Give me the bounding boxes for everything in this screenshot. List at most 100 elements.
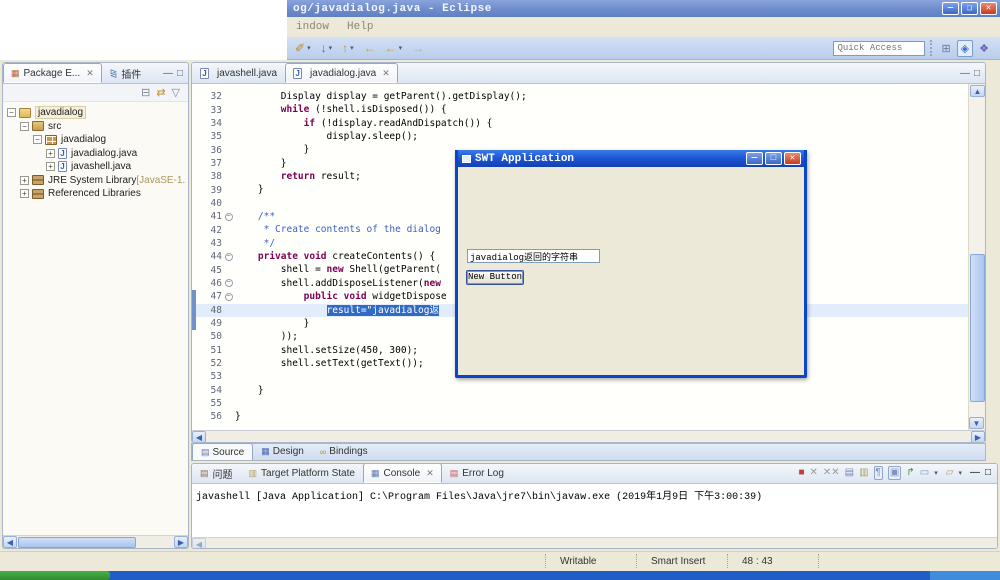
restore-button[interactable]: ❏ bbox=[961, 2, 978, 15]
dialog-text-input[interactable] bbox=[467, 249, 600, 263]
code-line[interactable]: 56} bbox=[192, 410, 968, 423]
back-icon[interactable]: ← bbox=[362, 40, 378, 56]
console-tab-target-platform-state[interactable]: ▥Target Platform State bbox=[241, 463, 363, 483]
view-menu-icon[interactable]: ▽ bbox=[172, 86, 180, 99]
back-history-icon-dropdown[interactable]: ▾ bbox=[399, 44, 406, 52]
collapse-icon[interactable]: − bbox=[33, 135, 42, 144]
new-button[interactable]: New Button bbox=[466, 270, 524, 285]
close-icon[interactable]: ✕ bbox=[380, 68, 390, 79]
dialog-titlebar[interactable]: SWT Application —□✕ bbox=[458, 150, 804, 167]
menu-item-help[interactable]: Help bbox=[338, 21, 382, 33]
open-perspective-icon[interactable]: ⊞ bbox=[938, 41, 953, 56]
minimize-view-icon[interactable]: — bbox=[970, 467, 980, 479]
code-line[interactable]: 55 bbox=[192, 397, 968, 410]
new-wizard-icon[interactable]: ✐ bbox=[293, 40, 307, 56]
pin-console-icon[interactable]: ▣ bbox=[888, 466, 901, 480]
expand-icon[interactable]: + bbox=[20, 176, 29, 185]
console-tab-console[interactable]: ▦Console✕ bbox=[363, 463, 442, 483]
editor-tab-javadialog.java[interactable]: Jjavadialog.java✕ bbox=[285, 63, 398, 83]
editor-hscrollbar[interactable]: ◀ ▶ bbox=[192, 431, 985, 443]
minimize-view-icon[interactable]: — bbox=[163, 68, 173, 79]
java-perspective-button[interactable]: ◈ bbox=[957, 40, 973, 57]
fold-collapse-icon[interactable]: − bbox=[225, 253, 233, 261]
scroll-left-icon[interactable]: ◀ bbox=[192, 431, 206, 443]
back-history-icon[interactable]: ← bbox=[383, 40, 399, 56]
new-wizard-icon-dropdown[interactable]: ▾ bbox=[307, 44, 314, 52]
link-with-editor-icon[interactable]: ⇄ bbox=[156, 86, 165, 99]
collapse-all-icon[interactable]: ⊟ bbox=[141, 86, 150, 99]
show-console-on-output-icon[interactable]: ↱ bbox=[906, 467, 914, 479]
menu-item-indow[interactable]: indow bbox=[287, 21, 338, 33]
console-tab-问题[interactable]: ▤问题 bbox=[192, 463, 241, 483]
close-icon[interactable]: ✕ bbox=[424, 468, 434, 479]
code-line[interactable]: 33 while (!shell.isDisposed()) { bbox=[192, 103, 968, 116]
tab-package-explorer[interactable]: ▦ Package E... ✕ bbox=[3, 63, 102, 83]
scroll-right-icon[interactable]: ▶ bbox=[174, 536, 188, 548]
expand-icon[interactable]: + bbox=[46, 149, 55, 158]
scroll-left-icon[interactable]: ◀ bbox=[3, 536, 17, 548]
plugin-perspective-button[interactable]: ❖ bbox=[976, 41, 992, 56]
collapse-icon[interactable]: − bbox=[20, 122, 29, 131]
import-icon[interactable]: ↓ bbox=[319, 40, 329, 56]
tree-item[interactable]: −javadialog bbox=[7, 106, 188, 120]
open-console-icon-dropdown[interactable]: ▾ bbox=[958, 469, 965, 477]
package-explorer-hscrollbar[interactable]: ◀ ▶ bbox=[3, 535, 188, 548]
forward-icon[interactable]: → bbox=[410, 40, 426, 56]
remove-all-launches-icon[interactable]: ✕✕ bbox=[823, 467, 840, 479]
import-icon-dropdown[interactable]: ▾ bbox=[329, 44, 336, 52]
display-selected-console-icon-dropdown[interactable]: ▾ bbox=[934, 469, 941, 477]
console-output[interactable]: javashell [Java Application] C:\Program … bbox=[192, 484, 997, 537]
fold-collapse-icon[interactable]: − bbox=[225, 279, 233, 287]
console-hscrollbar[interactable]: ◀ bbox=[192, 537, 997, 549]
tree-item[interactable]: +Jjavashell.java bbox=[7, 160, 188, 174]
scrollbar-thumb[interactable] bbox=[18, 537, 136, 548]
quick-access-input[interactable] bbox=[833, 41, 925, 56]
console-tab-error-log[interactable]: ▤Error Log bbox=[442, 463, 512, 483]
maximize-view-icon[interactable]: □ bbox=[177, 68, 183, 79]
code-line[interactable]: 35 display.sleep(); bbox=[192, 130, 968, 143]
scroll-down-icon[interactable]: ▼ bbox=[969, 417, 984, 429]
dialog-minimize-button[interactable]: — bbox=[746, 152, 763, 165]
tree-item[interactable]: −src bbox=[7, 120, 188, 134]
close-button[interactable]: ✕ bbox=[980, 2, 997, 15]
export-icon[interactable]: ↑ bbox=[340, 40, 350, 56]
tree-item[interactable]: −javadialog bbox=[7, 133, 188, 147]
display-selected-console-icon[interactable]: ▭ bbox=[920, 467, 929, 479]
tree-item[interactable]: +JRE System Library [JavaSE-1. bbox=[7, 174, 188, 188]
scroll-right-icon[interactable]: ▶ bbox=[971, 431, 985, 443]
export-icon-dropdown[interactable]: ▾ bbox=[350, 44, 357, 52]
expand-icon[interactable]: + bbox=[20, 189, 29, 198]
dialog-close-button[interactable]: ✕ bbox=[784, 152, 801, 165]
scroll-lock-icon[interactable]: ▥ bbox=[859, 467, 868, 479]
maximize-view-icon[interactable]: □ bbox=[985, 467, 991, 479]
remove-launch-icon[interactable]: ✕ bbox=[809, 467, 817, 479]
code-line[interactable]: 54 } bbox=[192, 384, 968, 397]
scroll-up-icon[interactable]: ▲ bbox=[970, 85, 985, 97]
subtab-source[interactable]: ▤Source bbox=[192, 443, 253, 460]
expand-icon[interactable]: + bbox=[46, 162, 55, 171]
tab-plugin[interactable]: ⧎ 插件 bbox=[102, 63, 150, 83]
tree-item[interactable]: +Jjavadialog.java bbox=[7, 147, 188, 161]
editor-vscrollbar[interactable]: ▲ ▼ bbox=[968, 84, 985, 431]
code-line[interactable]: 32 Display display = getParent().getDisp… bbox=[192, 90, 968, 103]
fold-collapse-icon[interactable]: − bbox=[225, 293, 233, 301]
start-button[interactable] bbox=[0, 571, 110, 580]
minimize-view-icon[interactable]: — bbox=[960, 68, 970, 79]
fold-collapse-icon[interactable]: − bbox=[225, 213, 233, 221]
subtab-bindings[interactable]: ∞Bindings bbox=[312, 443, 376, 460]
open-console-icon[interactable]: ▱ bbox=[946, 467, 954, 479]
word-wrap-icon[interactable]: ¶ bbox=[874, 466, 883, 480]
maximize-view-icon[interactable]: □ bbox=[974, 68, 980, 79]
collapse-icon[interactable]: − bbox=[7, 108, 16, 117]
tree-item[interactable]: +Referenced Libraries bbox=[7, 187, 188, 201]
subtab-design[interactable]: ▦Design bbox=[253, 443, 312, 460]
close-icon[interactable]: ✕ bbox=[84, 68, 94, 79]
dialog-maximize-button[interactable]: □ bbox=[765, 152, 782, 165]
terminate-icon[interactable]: ■ bbox=[798, 467, 804, 479]
minimize-button[interactable]: — bbox=[942, 2, 959, 15]
editor-tab-javashell.java[interactable]: Jjavashell.java bbox=[192, 63, 285, 83]
clear-console-icon[interactable]: ▤ bbox=[845, 467, 854, 479]
scroll-left-icon[interactable]: ◀ bbox=[192, 538, 206, 549]
code-line[interactable]: 34 if (!display.readAndDispatch()) { bbox=[192, 117, 968, 130]
windows-taskbar[interactable] bbox=[0, 571, 1000, 580]
